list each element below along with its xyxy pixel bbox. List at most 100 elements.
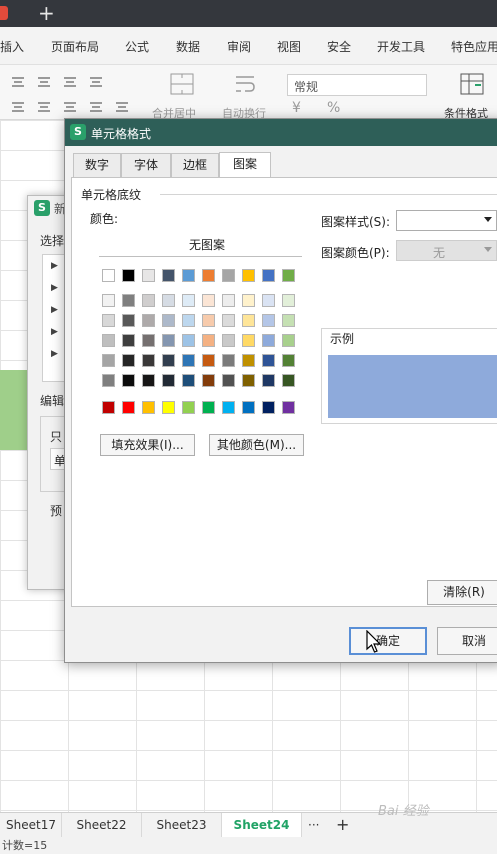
color-swatch[interactable]: [282, 374, 295, 387]
color-swatch[interactable]: [262, 314, 275, 327]
more-colors-button[interactable]: 其他颜色(M)...: [209, 434, 304, 456]
align-center-icon[interactable]: [38, 102, 50, 112]
color-swatch[interactable]: [142, 401, 155, 414]
menu-data[interactable]: 数据: [176, 38, 200, 55]
color-swatch[interactable]: [242, 374, 255, 387]
color-swatch[interactable]: [222, 401, 235, 414]
color-swatch[interactable]: [262, 401, 275, 414]
no-pattern-option[interactable]: 无图案: [132, 236, 282, 253]
justify-icon[interactable]: [90, 102, 102, 112]
color-swatch[interactable]: [162, 294, 175, 307]
align-bottom-icon[interactable]: [64, 77, 76, 87]
new-tab-button[interactable]: +: [38, 1, 55, 25]
color-swatch[interactable]: [122, 354, 135, 367]
color-swatch[interactable]: [162, 374, 175, 387]
ok-button[interactable]: 确定: [349, 627, 427, 655]
color-swatch[interactable]: [102, 374, 115, 387]
color-swatch[interactable]: [202, 374, 215, 387]
color-swatch[interactable]: [102, 334, 115, 347]
color-swatch[interactable]: [202, 334, 215, 347]
color-swatch[interactable]: [202, 269, 215, 282]
color-swatch[interactable]: [122, 374, 135, 387]
color-swatch[interactable]: [162, 401, 175, 414]
color-swatch[interactable]: [182, 294, 195, 307]
menu-view[interactable]: 视图: [277, 38, 301, 55]
color-swatch[interactable]: [282, 269, 295, 282]
sheet-tab-23[interactable]: Sheet23: [142, 813, 222, 838]
color-swatch[interactable]: [102, 401, 115, 414]
color-swatch[interactable]: [202, 314, 215, 327]
percent-icon[interactable]: %: [327, 100, 340, 116]
align-top-icon[interactable]: [12, 77, 24, 87]
color-swatch[interactable]: [242, 354, 255, 367]
color-swatch[interactable]: [262, 294, 275, 307]
color-swatch[interactable]: [242, 294, 255, 307]
tab-font[interactable]: 字体: [121, 153, 171, 177]
color-swatch[interactable]: [222, 269, 235, 282]
menu-page-layout[interactable]: 页面布局: [51, 38, 99, 55]
color-swatch[interactable]: [102, 294, 115, 307]
color-swatch[interactable]: [102, 354, 115, 367]
color-swatch[interactable]: [222, 374, 235, 387]
menu-special[interactable]: 特色应用: [451, 38, 497, 55]
menu-formulas[interactable]: 公式: [125, 38, 149, 55]
align-middle-icon[interactable]: [38, 77, 50, 87]
fill-effects-button[interactable]: 填充效果(I)...: [100, 434, 195, 456]
number-format-select[interactable]: 常规: [287, 74, 427, 96]
color-swatch[interactable]: [182, 269, 195, 282]
color-swatch[interactable]: [122, 334, 135, 347]
color-swatch[interactable]: [102, 269, 115, 282]
align-right-icon[interactable]: [64, 102, 76, 112]
color-swatch[interactable]: [202, 354, 215, 367]
color-swatch[interactable]: [242, 314, 255, 327]
color-swatch[interactable]: [242, 401, 255, 414]
currency-icon[interactable]: ¥: [292, 100, 301, 116]
tab-border[interactable]: 边框: [171, 153, 219, 177]
color-swatch[interactable]: [182, 374, 195, 387]
color-swatch[interactable]: [262, 374, 275, 387]
tab-number[interactable]: 数字: [73, 153, 121, 177]
color-swatch[interactable]: [122, 269, 135, 282]
color-swatch[interactable]: [122, 294, 135, 307]
distribute-icon[interactable]: [116, 102, 128, 112]
merge-center-icon[interactable]: [170, 73, 194, 95]
color-swatch[interactable]: [122, 401, 135, 414]
sheet-tab-17[interactable]: Sheet17: [0, 813, 62, 838]
color-swatch[interactable]: [282, 401, 295, 414]
color-swatch[interactable]: [282, 334, 295, 347]
color-swatch[interactable]: [282, 294, 295, 307]
color-swatch[interactable]: [122, 314, 135, 327]
color-swatch[interactable]: [142, 314, 155, 327]
more-sheets-button[interactable]: ···: [302, 813, 325, 838]
pattern-style-select[interactable]: [396, 210, 497, 231]
menu-security[interactable]: 安全: [327, 38, 351, 55]
dialog-titlebar[interactable]: S 单元格格式: [65, 119, 497, 146]
color-swatch[interactable]: [222, 294, 235, 307]
color-swatch[interactable]: [162, 354, 175, 367]
color-swatch[interactable]: [242, 269, 255, 282]
color-swatch[interactable]: [262, 334, 275, 347]
wrap-text-icon[interactable]: [233, 73, 257, 95]
clear-button[interactable]: 清除(R): [427, 580, 497, 605]
color-swatch[interactable]: [162, 334, 175, 347]
indent-icon[interactable]: [90, 77, 102, 87]
color-swatch[interactable]: [182, 401, 195, 414]
color-swatch[interactable]: [262, 269, 275, 282]
color-swatch[interactable]: [282, 314, 295, 327]
menu-insert[interactable]: 插入: [0, 38, 24, 55]
cancel-button[interactable]: 取消: [437, 627, 497, 655]
document-tab-icon[interactable]: [0, 6, 8, 20]
add-sheet-button[interactable]: +: [330, 813, 355, 838]
tab-pattern[interactable]: 图案: [219, 152, 271, 178]
color-swatch[interactable]: [142, 334, 155, 347]
color-swatch[interactable]: [142, 269, 155, 282]
color-swatch[interactable]: [242, 334, 255, 347]
menu-review[interactable]: 审阅: [227, 38, 251, 55]
color-swatch[interactable]: [222, 334, 235, 347]
color-swatch[interactable]: [162, 314, 175, 327]
selected-cell-range[interactable]: [0, 370, 30, 450]
color-swatch[interactable]: [182, 334, 195, 347]
color-swatch[interactable]: [202, 401, 215, 414]
align-left-icon[interactable]: [12, 102, 24, 112]
color-swatch[interactable]: [142, 354, 155, 367]
